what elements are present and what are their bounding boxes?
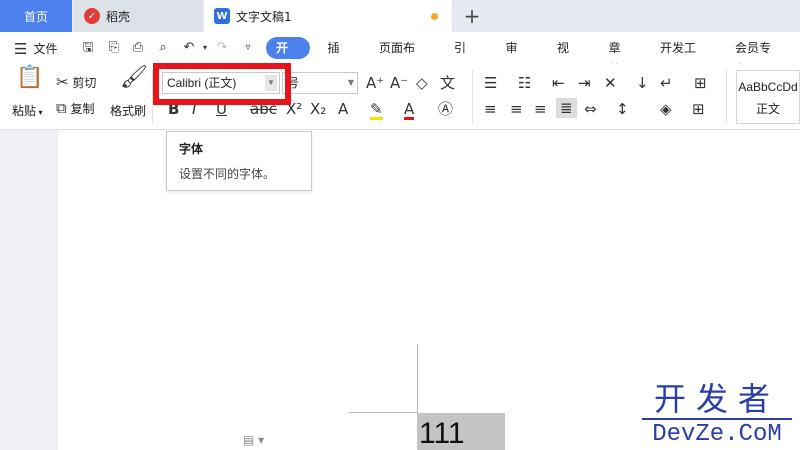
style-label: 正文 xyxy=(755,102,780,116)
tab-references[interactable]: 引用 xyxy=(444,37,488,77)
tab-page-layout[interactable]: 页面布局 xyxy=(369,37,436,77)
tooltip-title: 字体 xyxy=(179,142,204,156)
margin-guide-horizontal xyxy=(348,412,418,413)
file-menu-button[interactable]: ☰ 文件 xyxy=(14,40,57,57)
tab-daoke[interactable]: ✓ 稻壳 xyxy=(74,0,202,32)
selected-text[interactable]: 111 xyxy=(419,418,465,450)
highlight-color-icon[interactable]: ✎ xyxy=(370,101,383,120)
watermark-en: DevZe.CoM xyxy=(652,421,782,448)
bullet-list-icon[interactable]: ☰ xyxy=(484,75,497,91)
justify-icon[interactable]: ≣ xyxy=(556,98,577,118)
customize-dropdown-icon[interactable]: ▿ xyxy=(240,40,256,56)
watermark: 开发者 DevZe.CoM xyxy=(642,382,792,448)
paste-button[interactable]: 粘贴 ▾ xyxy=(12,102,43,119)
export-pdf-icon[interactable]: ⎘ xyxy=(106,40,122,56)
shrink-font-icon[interactable]: A⁻ xyxy=(390,75,408,91)
copy-icon: ⧉ xyxy=(56,99,67,117)
show-marks-icon[interactable]: ↵ xyxy=(660,75,673,91)
chinese-layout-icon[interactable]: ✕ xyxy=(604,75,617,91)
cut-button[interactable]: ✂ 剪切 xyxy=(56,74,96,91)
writer-logo-icon: W xyxy=(214,8,230,24)
phonetic-guide-icon[interactable]: 文 xyxy=(440,75,455,91)
tab-view[interactable]: 视图 xyxy=(547,37,591,77)
font-color-icon[interactable]: A xyxy=(404,101,415,120)
copy-label: 复制 xyxy=(70,102,95,116)
distribute-icon[interactable]: ⇔ xyxy=(584,101,597,117)
font-size-select[interactable]: 号 ▼ xyxy=(282,72,358,94)
cut-label: 剪切 xyxy=(72,76,97,90)
tab-home-label: 首页 xyxy=(23,9,48,24)
menu-bar: ☰ 文件 🖫 ⎘ ⎙ ⌕ ↶ ▾ ↷ ▿ 开始 插入 页面布局 引用 审阅 视图… xyxy=(0,32,800,77)
align-left-icon[interactable]: ≡ xyxy=(484,101,497,117)
decrease-indent-icon[interactable]: ⇤ xyxy=(552,75,565,91)
undo-icon[interactable]: ↶ xyxy=(181,40,197,56)
unsaved-dot-icon xyxy=(431,13,438,20)
hamburger-icon: ☰ xyxy=(14,39,28,58)
redo-icon[interactable]: ↷ xyxy=(214,40,230,56)
format-painter-label: 格式刷 xyxy=(110,104,147,118)
ribbon-tabs: 开始 插入 页面布局 引用 审阅 视图 章节 开发工具 会员专享 xyxy=(266,37,800,77)
print-preview-icon[interactable]: ⌕ xyxy=(155,40,171,56)
watermark-cn: 开发者 xyxy=(653,380,780,418)
tab-developer[interactable]: 开发工具 xyxy=(650,37,717,77)
new-tab-button[interactable]: + xyxy=(458,0,486,32)
increase-indent-icon[interactable]: ⇥ xyxy=(578,75,591,91)
tab-review[interactable]: 审阅 xyxy=(496,37,540,77)
paragraph-layout-icon[interactable]: ▤ ▾ xyxy=(243,433,264,447)
sort-icon[interactable]: ↓ xyxy=(636,75,649,91)
align-center-icon[interactable]: ≡ xyxy=(510,101,523,117)
print-icon[interactable]: ⎙ xyxy=(130,40,146,56)
tab-daoke-label: 稻壳 xyxy=(106,9,131,24)
format-painter-icon[interactable]: 🖌 xyxy=(120,67,148,89)
tab-chapter[interactable]: 章节 xyxy=(599,37,643,77)
line-spacing-icon[interactable]: ↕ xyxy=(616,101,629,117)
style-sample-text: AaBbCcDd xyxy=(738,80,798,94)
style-normal[interactable]: AaBbCcDd 正文 xyxy=(736,70,800,124)
char-border-icon[interactable]: Ⓐ xyxy=(438,101,453,117)
highlight-box xyxy=(153,63,291,105)
text-effect-icon[interactable]: A xyxy=(338,101,348,117)
shading-icon[interactable]: ◈ xyxy=(660,101,672,117)
paste-icon[interactable]: 📋 xyxy=(16,67,43,89)
tooltip-description: 设置不同的字体。 xyxy=(179,167,276,181)
group-separator xyxy=(726,70,727,124)
title-tab-bar: 首页 ✓ 稻壳 W 文字文稿1 + xyxy=(0,0,800,32)
format-painter-button[interactable]: 格式刷 xyxy=(110,102,146,119)
borders-icon[interactable]: ⊞ xyxy=(692,101,705,117)
font-tooltip: 字体 设置不同的字体。 xyxy=(166,131,312,191)
tab-document[interactable]: W 文字文稿1 xyxy=(204,0,452,32)
save-icon[interactable]: 🖫 xyxy=(80,40,96,56)
copy-button[interactable]: ⧉ 复制 xyxy=(56,100,95,117)
tab-member[interactable]: 会员专享 xyxy=(725,37,792,77)
tab-insert[interactable]: 插入 xyxy=(318,37,362,77)
ribbon-toolbar: 📋 粘贴 ▾ ✂ 剪切 ⧉ 复制 🖌 格式刷 Calibri (正文) ▼ 号 … xyxy=(0,64,800,130)
subscript-icon[interactable]: X₂ xyxy=(310,101,326,117)
tab-home[interactable]: 首页 xyxy=(0,0,72,32)
numbered-list-icon[interactable]: ☷ xyxy=(518,75,531,91)
align-right-icon[interactable]: ≡ xyxy=(534,101,547,117)
undo-dropdown-icon[interactable]: ▾ xyxy=(197,40,213,56)
file-menu-label: 文件 xyxy=(33,42,58,56)
clear-format-icon[interactable]: ◇ xyxy=(416,75,428,91)
margin-guide-vertical xyxy=(417,344,418,414)
tab-document-label: 文字文稿1 xyxy=(236,9,292,24)
group-separator xyxy=(472,70,473,124)
scissors-icon: ✂ xyxy=(56,73,69,91)
plus-icon: + xyxy=(463,4,481,28)
daoke-logo-icon: ✓ xyxy=(84,8,100,24)
tab-start[interactable]: 开始 xyxy=(266,37,310,77)
watermark-divider xyxy=(642,418,792,420)
paste-label: 粘贴 xyxy=(12,104,37,118)
chevron-down-icon: ▼ xyxy=(347,78,354,87)
grow-font-icon[interactable]: A⁺ xyxy=(366,75,384,91)
ruler-icon[interactable]: ⊞ xyxy=(694,75,707,91)
